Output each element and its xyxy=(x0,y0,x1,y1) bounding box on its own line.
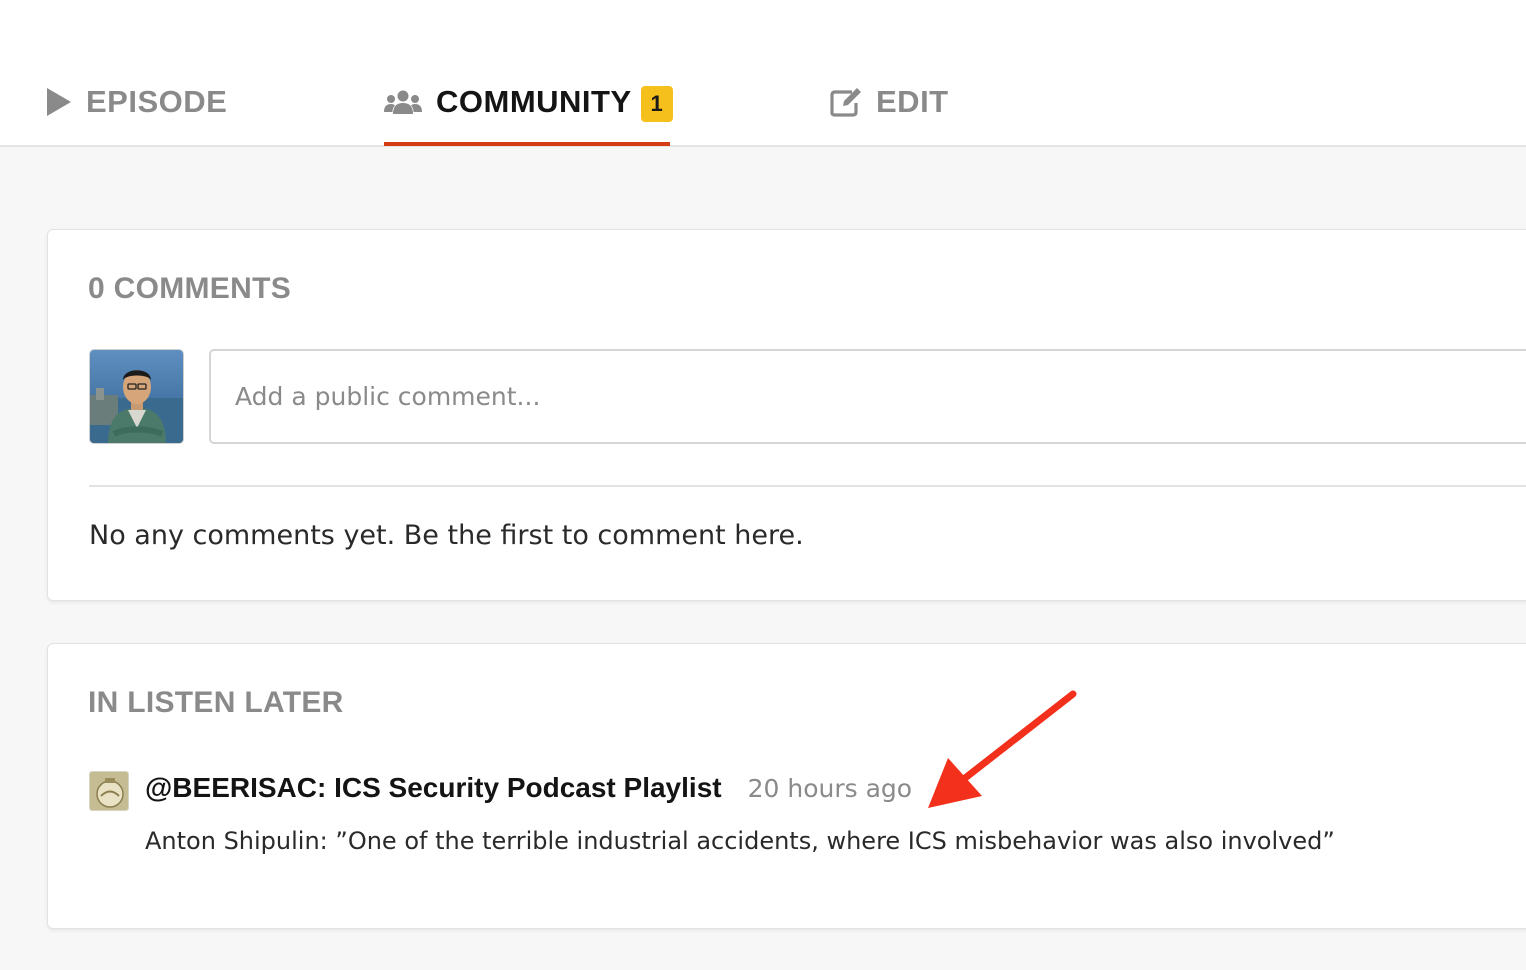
tab-episode[interactable]: EPISODE xyxy=(45,82,227,122)
divider xyxy=(89,485,1526,487)
playlist-item: @BEERISAC: ICS Security Podcast Playlist… xyxy=(145,772,912,804)
top-tab-bar: EPISODE COMMUNITY 1 EDIT xyxy=(0,0,1526,147)
user-avatar xyxy=(89,349,184,444)
playlist-description: Anton Shipulin: ”One of the terrible ind… xyxy=(145,827,1335,855)
empty-comments-message: No any comments yet. Be the first to com… xyxy=(89,520,804,551)
edit-icon xyxy=(830,87,862,117)
tab-community[interactable]: COMMUNITY 1 xyxy=(384,82,673,122)
playlist-title-link[interactable]: @BEERISAC: ICS Security Podcast Playlist xyxy=(145,772,722,804)
play-icon xyxy=(45,87,72,117)
tab-edit[interactable]: EDIT xyxy=(830,82,949,122)
playlist-avatar[interactable] xyxy=(89,771,129,811)
listen-later-title: IN LISTEN LATER xyxy=(88,686,344,719)
tab-episode-label: EPISODE xyxy=(86,84,228,119)
listen-later-card: IN LISTEN LATER @BEERISAC: ICS Security … xyxy=(47,643,1526,929)
playlist-timestamp: 20 hours ago xyxy=(747,774,913,803)
users-icon xyxy=(384,88,422,116)
active-tab-indicator xyxy=(384,142,670,146)
tab-edit-label: EDIT xyxy=(876,84,949,119)
comment-input[interactable] xyxy=(209,349,1526,444)
comments-card: 0 COMMENTS No any comments yet. Be xyxy=(47,229,1526,601)
notification-badge: 1 xyxy=(640,86,673,122)
comments-count-title: 0 COMMENTS xyxy=(88,272,292,305)
tab-community-label: COMMUNITY xyxy=(436,84,632,119)
